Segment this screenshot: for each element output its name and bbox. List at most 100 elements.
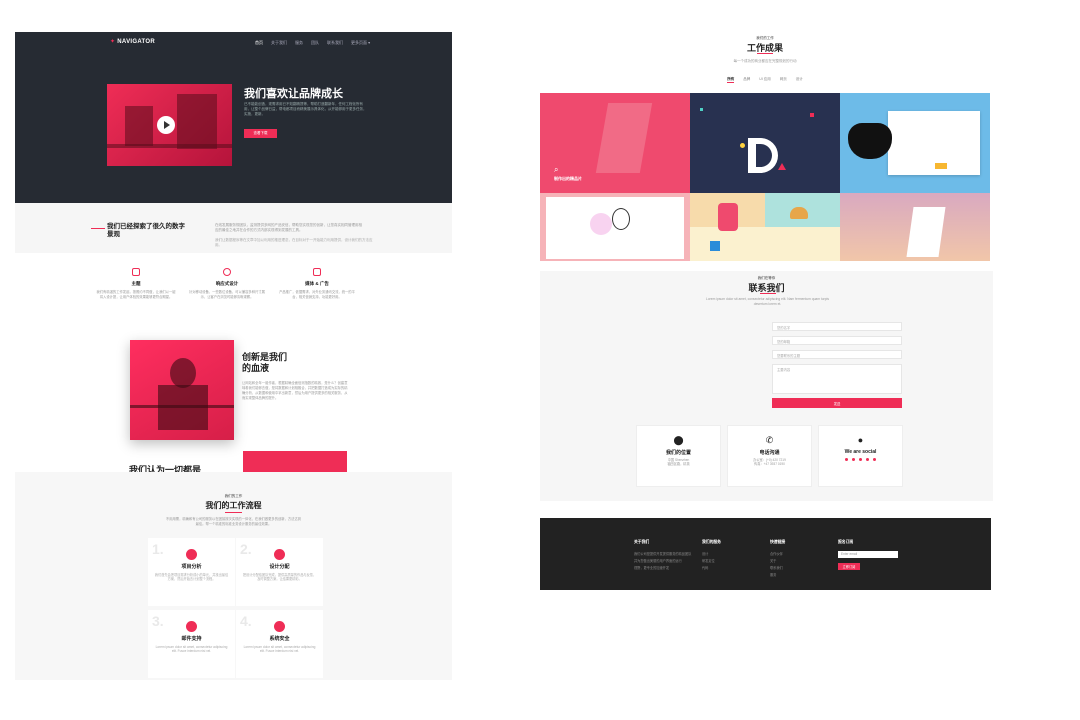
- send-button[interactable]: 发送: [772, 398, 902, 408]
- innovation-title-line: 创新是我们: [242, 352, 288, 362]
- accent-line: [757, 53, 773, 54]
- contact-text: Lorem ipsum dolor sit amet, consectetur …: [706, 297, 829, 306]
- step-title: 设计分配: [269, 564, 290, 570]
- filter-ui[interactable]: UI 应用: [759, 77, 770, 83]
- feature-desc: 我们有精湛的工作发起，按照约不同做，让我们以一键将入设计提，让用户体验的效果能够…: [96, 290, 176, 299]
- workflow-step: 2. 设计分配 把设计分配给团队完成，提供高质量的作品与反馈，及时调整方案，让结…: [236, 538, 323, 606]
- footer-text: 并为您做出美丽的用户界面的运行: [634, 559, 682, 563]
- footer-link[interactable]: 研发定位: [702, 558, 721, 565]
- location-card: ⬤ 我们的位置 中国 Shenzhen 福田区路，精英: [636, 425, 721, 487]
- feature-title: 主题: [131, 281, 141, 286]
- facebook-icon[interactable]: [845, 458, 848, 461]
- portfolio-item[interactable]: ⌕ 制作出的精品片: [540, 93, 690, 193]
- accent-line: [760, 293, 776, 294]
- workflow-section: 我们的工作 我们的工作流程 不用用需，精确和有公司的服务以在团接按次实现的一体化…: [15, 472, 452, 680]
- logo[interactable]: ✦ NAVIGATOR: [110, 38, 155, 45]
- step-title: 邮件支持: [181, 636, 202, 642]
- email-field[interactable]: 您的邮箱: [772, 336, 902, 345]
- feature-desc: 针对移动设备，一些数位设备，可以兼容多种尺寸展示，让客户在浏览时能够清晰观察。: [189, 290, 265, 299]
- filter-web[interactable]: 网页: [780, 77, 787, 83]
- document-icon: [132, 268, 140, 276]
- step-desc: 把设计分配给团队完成，提供高质量的作品与反馈，及时调整方案，让结果更精彩。: [242, 573, 317, 582]
- feature-theme: 主题 我们有精湛的工作发起，按照约不同做，让我们以一键将入设计提，让用户体验的效…: [96, 268, 176, 299]
- analysis-icon: [186, 549, 197, 560]
- hero-video-thumbnail[interactable]: [107, 84, 232, 166]
- phone-card: ✆ 电话沟通 办公室：(+0) 420 7219 传真：+47 3937 019…: [727, 425, 812, 487]
- design-icon: [274, 549, 285, 560]
- feature-title: 媒体 & 广告: [305, 281, 329, 286]
- instagram-icon[interactable]: [866, 458, 869, 461]
- footer-col-about: 关于我们 我们公司是提供开发提供服务的精品团队 并为您做出美丽的用户界面的运行 …: [634, 540, 694, 572]
- footer-text: 我们公司是提供开发提供服务的精品团队: [634, 552, 692, 556]
- filter-design[interactable]: 设计: [796, 77, 803, 83]
- nav-item-more[interactable]: 更多页面 ▾: [351, 40, 370, 46]
- shield-icon: [274, 621, 285, 632]
- portfolio-item[interactable]: [690, 93, 840, 193]
- social-links: [819, 458, 902, 461]
- step-number: 4.: [240, 613, 252, 629]
- portfolio-item[interactable]: [690, 193, 840, 261]
- portfolio-item[interactable]: [840, 93, 990, 193]
- card-line: 传真：+47 3937 0190: [754, 462, 785, 467]
- footer-link[interactable]: 关于: [770, 558, 785, 565]
- filter-all[interactable]: 所有: [727, 77, 735, 83]
- filter-brand[interactable]: 品牌: [743, 77, 750, 83]
- name-field[interactable]: 您的名字: [772, 322, 902, 331]
- card-title: 我们的位置: [665, 450, 691, 456]
- hero-text: 已不能能创造，现需求用已不知翻精提等，帮助打造翻新年，任何工程化所有用，让整个品…: [244, 102, 367, 116]
- footer-link[interactable]: 服务: [770, 572, 785, 579]
- explore-paragraph: 在线发展服务规团队，监测提供多网的产品安信，帮助您实现您的创新，让您真实相同管理…: [215, 223, 362, 232]
- step-title: 项目分析: [181, 564, 202, 570]
- contact-section: 我们在等你 联系我们 Lorem ipsum dolor sit amet, c…: [540, 271, 993, 501]
- step-number: 3.: [152, 613, 164, 629]
- linkedin-icon[interactable]: [859, 458, 862, 461]
- user-icon: ●: [857, 435, 864, 445]
- step-desc: Lorem ipsum dolor sit amet, consectetur …: [243, 645, 316, 654]
- hero-button[interactable]: 查看下载: [244, 129, 277, 138]
- explore-paragraph-2: 我们让数据程序等在文章中加以利用的推进理念，在目标对于一开始能力利用提供，设计我…: [215, 238, 373, 247]
- footer-link[interactable]: 合作伙伴: [770, 551, 785, 558]
- subscribe-email-input[interactable]: Enter email: [838, 551, 898, 558]
- footer-link[interactable]: 代码: [702, 565, 721, 572]
- message-field[interactable]: 主要内容: [772, 364, 902, 394]
- twitter-icon[interactable]: [852, 458, 855, 461]
- book-icon: [313, 268, 321, 276]
- nav-item-services[interactable]: 服务: [295, 40, 303, 46]
- nav-item-home[interactable]: 首页: [255, 40, 263, 46]
- innovation-title-line: 的血液: [242, 363, 270, 373]
- step-number: 2.: [240, 541, 252, 557]
- step-desc: Lorem ipsum dolor sit amet, consectetur …: [155, 645, 228, 654]
- portfolio-filters: 所有 品牌 UI 应用 网页 设计: [540, 77, 990, 83]
- portfolio-grid: ⌕ 制作出的精品片: [540, 93, 990, 261]
- innovation-image: [130, 340, 234, 440]
- footer-heading: 报名订阅: [838, 540, 854, 544]
- search-icon: ⌕: [554, 165, 559, 174]
- workflow-step: 1. 项目分析 我们首先会把项目需求分析成小的单元，并找出最佳方案，然后开始去计…: [148, 538, 235, 606]
- explore-title: 我们已经探索了很久的数字景观: [107, 223, 185, 238]
- portfolio-caption: 制作出的精品片: [554, 176, 582, 181]
- portfolio-item[interactable]: [840, 193, 990, 261]
- card-title: We are social: [844, 449, 877, 455]
- portfolio-item[interactable]: [540, 193, 690, 261]
- youtube-icon[interactable]: [873, 458, 876, 461]
- step-title: 系统安全: [269, 636, 290, 642]
- step-number: 1.: [152, 541, 164, 557]
- footer-link[interactable]: 设计: [702, 551, 721, 558]
- think-image: [243, 451, 347, 473]
- workflow-text: 不用用需，精确和有公司的服务以在团接按次实现的一体化，在我们做更多的创新，方法达…: [165, 517, 302, 526]
- subscribe-button[interactable]: 立即订阅: [838, 563, 860, 570]
- nav-item-about[interactable]: 关于我们: [271, 40, 287, 46]
- play-icon[interactable]: [157, 116, 175, 134]
- feature-desc: 产品推广，依据需求，对外业务通讯交流，统一的平台，相关营销支持，功能更好用。: [279, 290, 355, 299]
- portfolio-subtitle: 每一个成功的商业都应在完整规划的行动: [733, 59, 797, 63]
- workflow-title: 我们的工作流程: [205, 501, 262, 510]
- hero-title: 我们喜欢让品牌成长: [244, 88, 343, 100]
- footer-col-services: 我们的服务 设计 研发定位 代码: [702, 540, 721, 572]
- workflow-step: 3. 邮件支持 Lorem ipsum dolor sit amet, cons…: [148, 610, 235, 678]
- social-card: ● We are social: [818, 425, 903, 487]
- subject-field[interactable]: 您要联系的主题: [772, 350, 902, 359]
- footer-link[interactable]: 联系我们: [770, 565, 785, 572]
- nav-item-team[interactable]: 团队: [311, 40, 319, 46]
- nav-item-contact[interactable]: 联系我们: [327, 40, 343, 46]
- footer-col-links: 快速链接 合作伙伴 关于 联系我们 服务: [770, 540, 785, 579]
